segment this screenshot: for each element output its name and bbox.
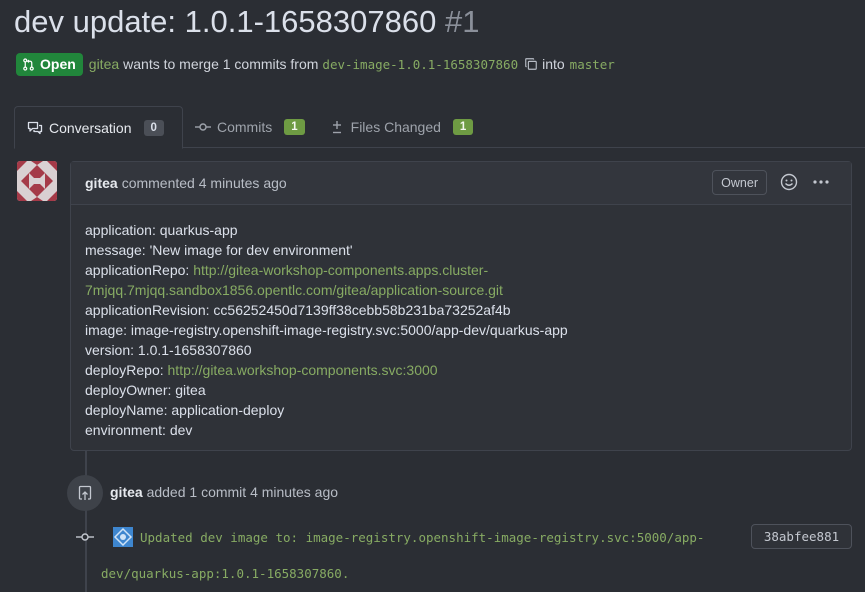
comment-author[interactable]: gitea — [85, 175, 118, 191]
event-author[interactable]: gitea — [110, 484, 143, 500]
pr-author-link[interactable]: gitea — [89, 56, 119, 72]
kebab-horizontal-icon[interactable] — [811, 172, 831, 192]
tab-conversation-label: Conversation — [49, 119, 132, 136]
deploy-repo-key: deployRepo: — [85, 362, 168, 378]
pr-title-text: dev update: 1.0.1-1658307860 — [14, 4, 437, 39]
event-description: added 1 commit 4 minutes ago — [146, 484, 339, 500]
app-repo-link-cont[interactable]: 7mjqq.7mjqq.sandbox1856.opentlc.com/gite… — [85, 282, 503, 298]
line-message: message: 'New image for dev environment' — [85, 242, 353, 258]
tab-files-changed[interactable]: Files Changed 1 — [317, 106, 486, 148]
comment-time: 4 minutes ago — [198, 175, 287, 191]
tab-commits-label: Commits — [217, 119, 273, 135]
repo-push-icon — [78, 485, 92, 500]
line-environment: environment: dev — [85, 422, 193, 438]
tab-conversation-count: 0 — [143, 119, 164, 136]
event-text: gitea added 1 commit 4 minutes ago — [110, 484, 338, 500]
identicon-avatar — [17, 161, 57, 201]
state-label: Open — [40, 56, 76, 72]
git-pull-request-icon — [23, 57, 34, 71]
base-branch-link[interactable]: master — [570, 57, 615, 72]
tab-files-changed-count: 1 — [452, 119, 474, 135]
commit-message[interactable]: Updated dev image to: image-registry.ope… — [140, 530, 704, 545]
merge-text: wants to merge 1 commits from — [123, 56, 319, 72]
line-image: image: image-registry.openshift-image-re… — [85, 322, 568, 338]
git-commit-icon — [76, 533, 94, 541]
line-deploy-name: deployName: application-deploy — [85, 402, 285, 418]
pr-title: dev update: 1.0.1-1658307860 #1 — [14, 4, 479, 40]
avatar[interactable] — [17, 161, 57, 201]
comment-header: gitea commented 4 minutes ago Owner — [71, 162, 851, 205]
tab-commits-count: 1 — [284, 119, 305, 135]
commit-author-avatar[interactable] — [113, 527, 133, 547]
diff-icon — [332, 121, 341, 134]
identicon-avatar — [113, 527, 133, 547]
owner-badge: Owner — [712, 170, 767, 195]
timeline-line — [85, 451, 87, 592]
git-commit-icon — [195, 123, 211, 131]
comment-action: commented — [121, 175, 195, 191]
comment-discussion-icon — [27, 121, 43, 134]
state-badge: Open — [16, 52, 83, 76]
line-application: application: quarkus-app — [85, 222, 238, 238]
app-repo-link[interactable]: http://gitea-workshop-components.apps.cl… — [193, 262, 488, 278]
deploy-repo-link[interactable]: http://gitea.workshop-components.svc:300… — [168, 362, 438, 378]
tab-files-changed-label: Files Changed — [350, 119, 441, 135]
comment-box: gitea commented 4 minutes ago Owner appl… — [70, 161, 852, 451]
line-revision: applicationRevision: cc56252450d7139ff38… — [85, 302, 511, 318]
pr-tabs: Conversation 0 Commits 1 Files Changed 1 — [14, 106, 865, 149]
tab-commits[interactable]: Commits 1 — [183, 106, 317, 148]
tab-conversation[interactable]: Conversation 0 — [14, 106, 183, 149]
commit-sha-button[interactable]: 38abfee881 — [751, 524, 852, 549]
line-application-repo-cont: 7mjqq.7mjqq.sandbox1856.opentlc.com/gite… — [85, 280, 837, 300]
into-text: into — [542, 56, 565, 72]
pr-number: #1 — [444, 4, 480, 39]
line-application-repo: applicationRepo: http://gitea-workshop-c… — [85, 260, 837, 280]
app-repo-key: applicationRepo: — [85, 262, 194, 278]
commit-message-cont[interactable]: dev/quarkus-app:1.0.1-1658307860. — [101, 566, 349, 581]
line-deploy-repo: deployRepo: http://gitea.workshop-compon… — [85, 360, 837, 380]
comment-body: application: quarkus-app message: 'New i… — [71, 205, 851, 455]
line-version: version: 1.0.1-1658307860 — [85, 342, 252, 358]
pr-meta: Open gitea wants to merge 1 commits from… — [16, 52, 615, 76]
smiley-icon[interactable] — [780, 173, 798, 191]
head-branch-link[interactable]: dev-image-1.0.1-1658307860 — [322, 57, 518, 72]
event-badge — [67, 475, 103, 511]
line-deploy-owner: deployOwner: gitea — [85, 382, 206, 398]
copy-icon[interactable] — [524, 57, 538, 71]
